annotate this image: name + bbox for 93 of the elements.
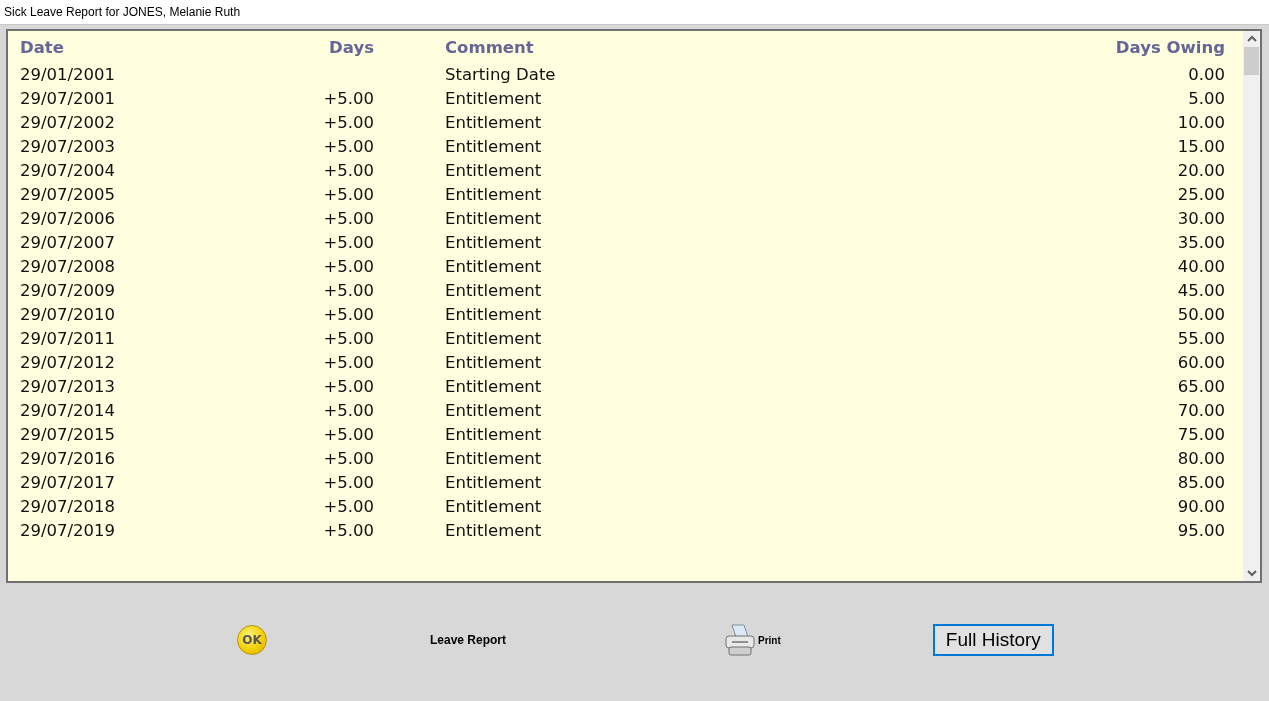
print-button[interactable]: Print [724, 623, 781, 657]
report-label: Leave Report [430, 633, 507, 647]
table-cell-text: 29/07/2016 [20, 448, 117, 470]
table-cell-text: 30.00 [1176, 208, 1225, 230]
table-cell-text: 29/07/2018 [20, 496, 117, 518]
full-history-button[interactable]: Full History [932, 624, 1054, 656]
table-cell-text: 55.00 [1176, 328, 1225, 350]
table-cell-text: +5.00 [322, 424, 374, 446]
table-cell-text: 29/07/2004 [20, 160, 117, 182]
column-header: Date [20, 37, 65, 59]
table-cell-text: 29/07/2017 [20, 472, 117, 494]
table-cell-text: 15.00 [1176, 136, 1225, 158]
table-cell-text: Entitlement [444, 400, 543, 422]
table-cell-text: +5.00 [322, 232, 374, 254]
table-cell-text: Entitlement [444, 352, 543, 374]
table-cell-text: 29/07/2019 [20, 520, 117, 542]
table-cell-text: 29/07/2008 [20, 256, 117, 278]
table-cell-text: 29/07/2005 [20, 184, 117, 206]
table-cell-text: +5.00 [322, 256, 374, 278]
table-cell-text: Entitlement [444, 376, 543, 398]
table-cell-text: Entitlement [444, 496, 543, 518]
table-cell-text: 35.00 [1176, 232, 1225, 254]
table-cell-text: Entitlement [444, 448, 543, 470]
table-cell-text: 0.00 [1187, 64, 1225, 86]
table-cell-text: +5.00 [322, 112, 374, 134]
table-cell-text: Entitlement [444, 136, 543, 158]
table-cell-text: +5.00 [322, 448, 374, 470]
table-cell-text: 29/07/2009 [20, 280, 117, 302]
table-cell-text: 60.00 [1176, 352, 1225, 374]
table-cell-text: 40.00 [1176, 256, 1225, 278]
table-cell-text: 45.00 [1176, 280, 1225, 302]
table-cell-text: +5.00 [322, 400, 374, 422]
table-cell-text: 90.00 [1176, 496, 1225, 518]
table-cell-text: Entitlement [444, 256, 543, 278]
scroll-up-icon[interactable] [1246, 35, 1257, 43]
table-cell-text: 50.00 [1176, 304, 1225, 326]
table-cell-text: +5.00 [322, 496, 374, 518]
table-cell-text: 25.00 [1176, 184, 1225, 206]
table-cell-text: +5.00 [322, 376, 374, 398]
table-cell-text: Entitlement [444, 232, 543, 254]
table-cell-text: 29/07/2002 [20, 112, 117, 134]
table-cell-text: 29/07/2015 [20, 424, 117, 446]
table-cell-text: +5.00 [322, 136, 374, 158]
window-title: Sick Leave Report for JONES, Melanie Ruth [4, 5, 241, 19]
table-cell-text: Entitlement [444, 328, 543, 350]
table-cell-text: Entitlement [444, 208, 543, 230]
table-cell-text: 29/07/2013 [20, 376, 117, 398]
column-header: Days Owing [1114, 37, 1225, 59]
table-cell-text: Entitlement [444, 424, 543, 446]
table-cell-text: Entitlement [444, 280, 543, 302]
table-cell-text: +5.00 [322, 520, 374, 542]
table-cell-text: +5.00 [322, 280, 374, 302]
table-cell-text: 29/07/2014 [20, 400, 117, 422]
scroll-thumb[interactable] [1244, 47, 1259, 75]
table-cell-text: 75.00 [1176, 424, 1225, 446]
table-cell-text: 29/07/2006 [20, 208, 117, 230]
table-cell-text: +5.00 [322, 184, 374, 206]
table-cell-text: +5.00 [322, 208, 374, 230]
table-cell-text: 85.00 [1176, 472, 1225, 494]
table-cell-text: Entitlement [444, 112, 543, 134]
table-cell-text: 29/07/2003 [20, 136, 117, 158]
scrollbar[interactable] [1243, 31, 1260, 581]
table-cell-text: 80.00 [1176, 448, 1225, 470]
table-cell-text: 29/07/2012 [20, 352, 117, 374]
table-cell-text: +5.00 [322, 472, 374, 494]
table-cell-text: Entitlement [444, 472, 543, 494]
table-cell-text: 95.00 [1176, 520, 1225, 542]
table-cell-text: +5.00 [322, 88, 374, 110]
table-cell-text: Entitlement [444, 184, 543, 206]
table-cell-text: +5.00 [322, 352, 374, 374]
scroll-down-icon[interactable] [1246, 569, 1257, 577]
table-cell-text: Starting Date [444, 64, 557, 86]
table-cell-text: 20.00 [1176, 160, 1225, 182]
table-cell-text: Entitlement [444, 88, 543, 110]
table-cell-text: 70.00 [1176, 400, 1225, 422]
printer-icon [724, 623, 757, 657]
table-cell-text: 29/07/2001 [20, 88, 117, 110]
table-cell-text: 29/07/2007 [20, 232, 117, 254]
table-cell-text: +5.00 [322, 160, 374, 182]
table-cell-text: Entitlement [444, 304, 543, 326]
table-cell-text: 29/07/2010 [20, 304, 117, 326]
table-cell-text: Entitlement [444, 160, 543, 182]
column-header: Days [328, 37, 374, 59]
ok-button[interactable]: OK [237, 625, 267, 655]
table-cell-text: 29/01/2001 [20, 64, 117, 86]
table-cell-text: 65.00 [1176, 376, 1225, 398]
table-cell-text: 5.00 [1187, 88, 1225, 110]
table-cell-text: 10.00 [1176, 112, 1225, 134]
table-cell-text: Entitlement [444, 520, 543, 542]
column-header: Comment [444, 37, 535, 59]
table-cell-text: 29/07/2011 [20, 328, 117, 350]
table-cell-text: +5.00 [322, 328, 374, 350]
table-cell-text: +5.00 [322, 304, 374, 326]
